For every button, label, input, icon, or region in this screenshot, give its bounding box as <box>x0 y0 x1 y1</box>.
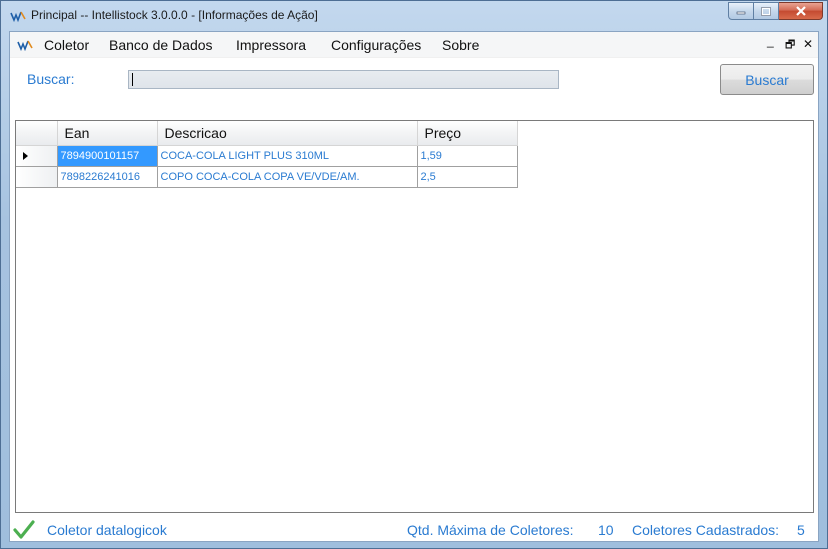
grid-corner-header[interactable] <box>16 121 58 146</box>
window-title: Principal -- Intellistock 3.0.0.0 - [Inf… <box>31 8 318 22</box>
title-bar[interactable]: Principal -- Intellistock 3.0.0.0 - [Inf… <box>1 1 827 31</box>
menu-coletor[interactable]: Coletor <box>44 37 89 53</box>
column-header-preco[interactable]: Preço <box>417 121 518 146</box>
app-icon <box>10 11 26 23</box>
registered-collectors-label: Coletores Cadastrados: <box>632 522 780 538</box>
minimize-button[interactable] <box>728 2 754 20</box>
menu-configuracoes[interactable]: Configurações <box>331 37 421 53</box>
maximize-icon <box>761 6 771 16</box>
cell-preco[interactable]: 2,5 <box>417 166 518 188</box>
main-window: Principal -- Intellistock 3.0.0.0 - [Inf… <box>0 0 828 549</box>
search-button[interactable]: Buscar <box>720 64 814 95</box>
close-icon <box>795 6 806 16</box>
menu-impressora[interactable]: Impressora <box>236 37 306 53</box>
cell-descricao[interactable]: COPO COCA-COLA COPA VE/VDE/AM. <box>157 166 418 188</box>
checkmark-icon <box>13 520 35 539</box>
column-header-descricao[interactable]: Descricao <box>157 121 418 146</box>
search-label: Buscar: <box>27 71 75 87</box>
maximize-button[interactable] <box>754 2 779 20</box>
cell-descricao[interactable]: COCA-COLA LIGHT PLUS 310ML <box>157 145 418 167</box>
status-message: Coletor datalogicok <box>47 522 167 538</box>
products-table: Ean Descricao Preço 7894900101157 COCA-C… <box>16 121 518 188</box>
column-header-ean[interactable]: Ean <box>57 121 158 146</box>
cell-preco[interactable]: 1,59 <box>417 145 518 167</box>
menu-banco-de-dados[interactable]: Banco de Dados <box>109 37 213 53</box>
mdi-child-form: Coletor Banco de Dados Impressora Config… <box>9 31 819 542</box>
mdi-minimize-button[interactable]: _ <box>767 34 774 48</box>
form-icon <box>17 40 33 51</box>
max-collectors-value: 10 <box>598 522 614 538</box>
mdi-restore-button[interactable]: 🗗 <box>785 36 795 55</box>
search-input[interactable] <box>128 70 559 89</box>
status-bar: Coletor datalogicok Qtd. Máxima de Colet… <box>10 516 818 542</box>
max-collectors-label: Qtd. Máxima de Coletores: <box>407 522 574 538</box>
cell-ean[interactable]: 7898226241016 <box>57 166 158 188</box>
grid-header-row: Ean Descricao Preço <box>16 121 518 146</box>
products-grid[interactable]: Ean Descricao Preço 7894900101157 COCA-C… <box>15 120 814 513</box>
row-header[interactable] <box>16 166 58 188</box>
minimize-icon <box>736 11 746 15</box>
registered-collectors-value: 5 <box>797 522 805 538</box>
text-caret <box>132 73 133 86</box>
menu-bar: Coletor Banco de Dados Impressora Config… <box>10 32 818 58</box>
close-button[interactable] <box>779 2 823 20</box>
window-controls <box>728 2 823 20</box>
cell-ean[interactable]: 7894900101157 <box>57 145 158 167</box>
current-row-arrow-icon <box>23 151 28 160</box>
mdi-close-button[interactable]: ✕ <box>803 37 813 51</box>
table-row[interactable]: 7898226241016 COPO COCA-COLA COPA VE/VDE… <box>16 166 518 188</box>
row-header[interactable] <box>16 145 58 167</box>
menu-sobre[interactable]: Sobre <box>442 37 479 53</box>
table-row[interactable]: 7894900101157 COCA-COLA LIGHT PLUS 310ML… <box>16 145 518 167</box>
